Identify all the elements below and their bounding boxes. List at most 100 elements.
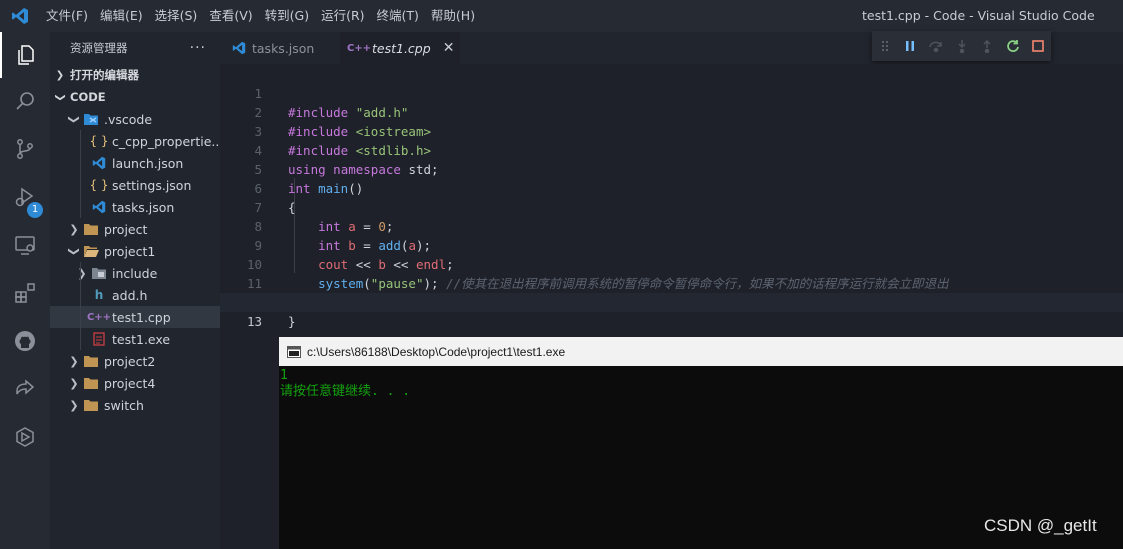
- open-editors-section[interactable]: ❯ 打开的编辑器: [50, 64, 220, 86]
- window-title: test1.cpp - Code - Visual Studio Code: [862, 8, 1095, 23]
- step-out-icon[interactable]: [974, 31, 1000, 61]
- docker-icon[interactable]: [0, 414, 50, 460]
- code-line: 12 }: [220, 274, 1123, 329]
- code-line: 5 int main(): [220, 141, 1123, 196]
- sidebar-header: 资源管理器 ···: [50, 32, 220, 64]
- folder-icon: [82, 355, 100, 368]
- tree-item-switch[interactable]: ❯ switch: [50, 394, 220, 416]
- stop-icon[interactable]: [1025, 31, 1051, 61]
- tree-item-include[interactable]: ❯ include: [50, 262, 220, 284]
- console-app-icon: [287, 345, 301, 358]
- folder-open-icon: [82, 245, 100, 258]
- step-over-icon[interactable]: [923, 31, 949, 61]
- tree-item-label: add.h: [112, 287, 148, 303]
- live-share-icon[interactable]: [0, 366, 50, 412]
- console-line: 1: [280, 368, 288, 383]
- tree-item-label: tasks.json: [112, 199, 175, 215]
- tree-item-label: c_cpp_propertie...: [112, 133, 220, 149]
- menu-file[interactable]: 文件(F): [40, 0, 94, 32]
- workspace-section[interactable]: ❯ CODE: [50, 86, 220, 108]
- more-actions-icon[interactable]: ···: [190, 40, 206, 56]
- tree-item-label: project1: [104, 243, 156, 259]
- restart-icon[interactable]: [1000, 31, 1026, 61]
- folder-icon: [82, 399, 100, 412]
- tree-item-tasks-json[interactable]: tasks.json: [50, 196, 220, 218]
- search-icon[interactable]: [0, 78, 50, 124]
- menu-edit[interactable]: 编辑(E): [94, 0, 149, 32]
- tree-item-vscode[interactable]: ❯ .vscode: [50, 108, 220, 130]
- vscode-folder-icon: [82, 112, 100, 126]
- tab-label: tasks.json: [252, 40, 315, 56]
- indent-guide: [80, 130, 81, 152]
- tree-item-settings-json[interactable]: { } settings.json: [50, 174, 220, 196]
- menu-run[interactable]: 运行(R): [315, 0, 370, 32]
- console-output: 1 请按任意键继续. . .: [279, 366, 1123, 400]
- debug-toolbar: [872, 31, 1051, 61]
- chevron-right-icon: ❯: [69, 354, 79, 368]
- pause-icon[interactable]: [898, 31, 924, 61]
- indent-guide: [80, 284, 81, 306]
- vscode-file-icon: [230, 41, 248, 55]
- json-file-icon: { }: [89, 178, 109, 192]
- include-folder-icon: [90, 267, 108, 280]
- debug-badge: 1: [27, 202, 43, 218]
- explorer-icon[interactable]: [0, 32, 50, 78]
- watermark: CSDN @_getIt: [984, 516, 1097, 535]
- chevron-down-icon: ❯: [67, 114, 81, 124]
- exe-file-icon: [90, 332, 108, 346]
- tree-item-project4[interactable]: ❯ project4: [50, 372, 220, 394]
- menu-terminal[interactable]: 终端(T): [371, 0, 425, 32]
- console-title: c:\Users\86188\Desktop\Code\project1\tes…: [307, 344, 566, 359]
- step-into-icon[interactable]: [949, 31, 975, 61]
- tab-tasks-json[interactable]: tasks.json: [220, 32, 340, 64]
- drag-handle-icon[interactable]: [872, 31, 898, 61]
- tab-test1-cpp[interactable]: C++ test1.cpp ✕: [340, 32, 460, 64]
- folder-icon: [82, 223, 100, 236]
- menu-selection[interactable]: 选择(S): [149, 0, 204, 32]
- console-title-bar[interactable]: c:\Users\86188\Desktop\Code\project1\tes…: [279, 337, 1123, 366]
- github-icon[interactable]: [0, 318, 50, 364]
- header-file-icon: h: [94, 288, 104, 302]
- tree-item-label: .vscode: [104, 111, 153, 127]
- tree-item-test1-exe[interactable]: test1.exe: [50, 328, 220, 350]
- tree-item-label: switch: [104, 397, 144, 413]
- tree-item-label: project4: [104, 375, 156, 391]
- remote-explorer-icon[interactable]: [0, 222, 50, 268]
- tree-item-project1[interactable]: ❯ project1: [50, 240, 220, 262]
- tree-item-project2[interactable]: ❯ project2: [50, 350, 220, 372]
- source-control-icon[interactable]: [0, 126, 50, 172]
- chevron-right-icon: ❯: [77, 266, 87, 280]
- tree-item-c-cpp-properties[interactable]: { } c_cpp_propertie...: [50, 130, 220, 152]
- tab-label: test1.cpp: [372, 40, 431, 56]
- menu-help[interactable]: 帮助(H): [425, 0, 481, 32]
- code-line: 2 #include <iostream>: [220, 84, 1123, 139]
- close-icon[interactable]: ✕: [443, 40, 455, 56]
- menu-bar: 文件(F) 编辑(E) 选择(S) 查看(V) 转到(G) 运行(R) 终端(T…: [40, 0, 481, 32]
- chevron-right-icon: ❯: [69, 376, 79, 390]
- tree-item-label: test1.cpp: [112, 309, 171, 325]
- chevron-down-icon: ❯: [67, 246, 81, 256]
- sidebar-title: 资源管理器: [70, 41, 128, 55]
- indent-guide: [80, 262, 81, 284]
- extensions-icon[interactable]: [0, 270, 50, 316]
- vscode-file-icon: [90, 200, 108, 214]
- tree-item-project[interactable]: ❯ project: [50, 218, 220, 240]
- indent-guide: [80, 152, 81, 174]
- tree-item-test1-cpp[interactable]: C++ test1.cpp: [50, 306, 220, 328]
- workspace-label: CODE: [70, 90, 106, 104]
- chevron-right-icon: ❯: [69, 222, 79, 236]
- code-line-current: 13: [220, 293, 1123, 329]
- tree-item-add-h[interactable]: h add.h: [50, 284, 220, 306]
- code-line: 6 {: [220, 160, 1123, 215]
- explorer-sidebar: 资源管理器 ··· ❯ 打开的编辑器 ❯ CODE ❯ .vscode { } …: [50, 32, 220, 549]
- menu-go[interactable]: 转到(G): [259, 0, 315, 32]
- title-bar: 文件(F) 编辑(E) 选择(S) 查看(V) 转到(G) 运行(R) 终端(T…: [0, 0, 1123, 32]
- tree-item-launch-json[interactable]: launch.json: [50, 152, 220, 174]
- menu-view[interactable]: 查看(V): [203, 0, 258, 32]
- tree-item-label: settings.json: [112, 177, 192, 193]
- indent-guide: [80, 306, 81, 328]
- indent-guide: [80, 196, 81, 218]
- tree-item-label: include: [112, 265, 158, 281]
- run-debug-icon[interactable]: 1: [0, 174, 50, 220]
- tree-item-label: project: [104, 221, 148, 237]
